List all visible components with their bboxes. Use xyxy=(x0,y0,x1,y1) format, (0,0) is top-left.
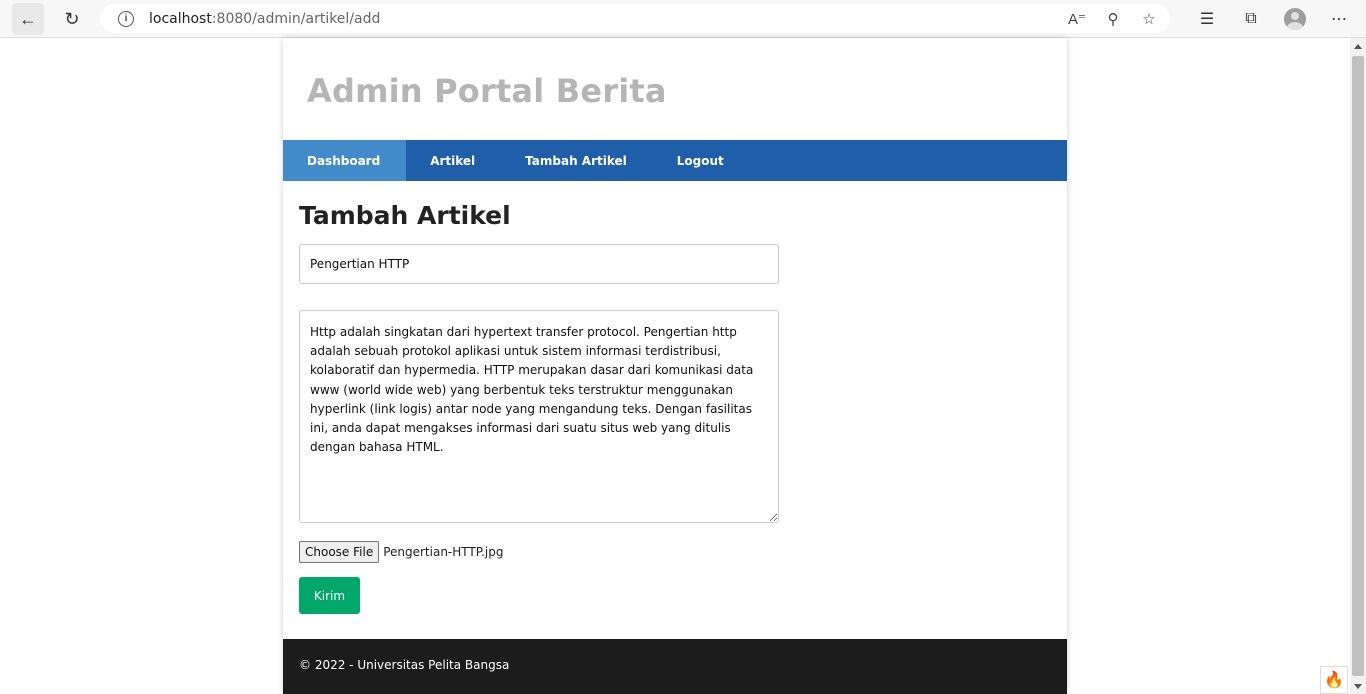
nav-item-artikel[interactable]: Artikel xyxy=(406,140,501,181)
site-title: Admin Portal Berita xyxy=(307,72,667,110)
browser-toolbar: ← ↻ i localhost:8080/admin/artikel/add A… xyxy=(0,0,1366,38)
site-header: Admin Portal Berita xyxy=(283,38,1067,140)
more-menu-icon[interactable]: ⋯ xyxy=(1324,5,1354,33)
footer-text: © 2022 - Universitas Pelita Bangsa xyxy=(299,658,510,672)
site-info-icon[interactable]: i xyxy=(118,10,134,27)
add-favorite-icon[interactable]: ☆ xyxy=(1138,8,1160,30)
nav-item-dashboard[interactable]: Dashboard xyxy=(283,140,407,181)
address-url[interactable]: localhost:8080/admin/artikel/add xyxy=(149,11,380,27)
main-content: Tambah Artikel Http adalah singkatan dar… xyxy=(283,181,1067,614)
choose-file-button[interactable]: Choose File xyxy=(299,541,380,563)
nav-item-logout[interactable]: Logout xyxy=(653,140,750,181)
page-title: Tambah Artikel xyxy=(299,201,511,230)
site-footer: © 2022 - Universitas Pelita Bangsa xyxy=(283,639,1067,694)
submit-button[interactable]: Kirim xyxy=(299,577,360,614)
read-aloud-icon[interactable]: A⁼ xyxy=(1066,8,1088,30)
scrollbar-thumb[interactable] xyxy=(1352,56,1364,676)
reload-icon[interactable]: ↻ xyxy=(56,3,88,35)
scroll-down-icon[interactable] xyxy=(1354,684,1362,689)
page-scrollbar[interactable] xyxy=(1350,38,1366,694)
zoom-out-icon[interactable]: ⚲ xyxy=(1102,8,1124,30)
scroll-up-icon[interactable] xyxy=(1354,44,1362,49)
address-bar[interactable]: i localhost:8080/admin/artikel/add A⁼ ⚲ … xyxy=(100,4,1170,33)
favorites-icon[interactable]: ☰ xyxy=(1192,5,1222,33)
back-arrow-icon[interactable]: ← xyxy=(12,3,44,35)
profile-avatar-icon[interactable] xyxy=(1280,5,1310,33)
selected-file-name: Pengertian-HTTP.jpg xyxy=(383,545,504,559)
title-input[interactable] xyxy=(299,244,779,284)
content-textarea[interactable]: Http adalah singkatan dari hypertext tra… xyxy=(299,310,779,523)
file-upload: Choose File Pengertian-HTTP.jpg xyxy=(299,541,1051,563)
main-navbar: Dashboard Artikel Tambah Artikel Logout xyxy=(283,140,1067,181)
nav-item-tambah-artikel[interactable]: Tambah Artikel xyxy=(501,140,653,181)
page-container: Admin Portal Berita Dashboard Artikel Ta… xyxy=(283,38,1067,694)
collections-icon[interactable]: ⧉ xyxy=(1236,5,1266,33)
debug-toolbar-icon[interactable]: 🔥 xyxy=(1320,666,1348,694)
